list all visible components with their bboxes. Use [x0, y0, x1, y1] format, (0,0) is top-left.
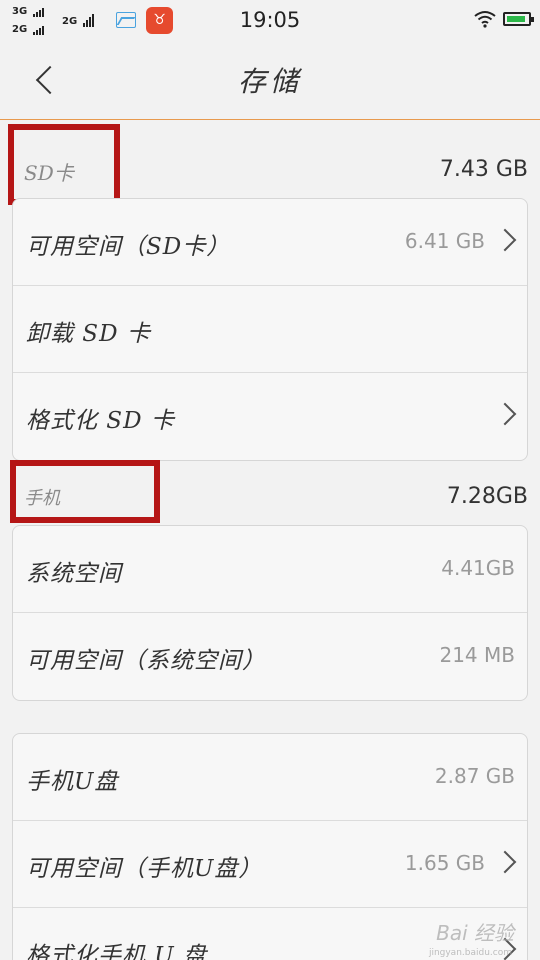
- list-item-label: 可用空间（SD卡）: [26, 234, 231, 260]
- list-item-label: 可用空间（手机U盘）: [26, 856, 263, 882]
- phone-section-total: 7.28GB: [446, 484, 528, 509]
- list-item-value: 2.87 GB: [434, 764, 515, 788]
- list-item-value: 1.65 GB: [404, 851, 485, 875]
- chevron-right-icon: [493, 402, 517, 426]
- list-item-phone-udisk[interactable]: 手机U盘 2.87 GB: [13, 734, 527, 821]
- page-title: 存储: [237, 65, 302, 98]
- battery-icon: [503, 12, 534, 26]
- sd-card-list: 可用空间（SD卡） 6.41 GB 卸载 SD 卡 格式化 SD 卡: [12, 198, 528, 461]
- highlight-box: [10, 460, 160, 523]
- list-item-sd-available[interactable]: 可用空间（SD卡） 6.41 GB: [13, 199, 527, 286]
- watermark: Bai 经验: [436, 921, 514, 945]
- list-item-format-sd[interactable]: 格式化 SD 卡: [13, 373, 527, 460]
- sd-section-total: 7.43 GB: [439, 157, 528, 182]
- list-item-value: 4.41GB: [441, 556, 515, 580]
- list-item-system-available[interactable]: 可用空间（系统空间） 214 MB: [13, 613, 527, 700]
- list-item-system-space[interactable]: 系统空间 4.41GB: [13, 526, 527, 613]
- highlight-box: [8, 124, 120, 205]
- list-item-value: 214 MB: [439, 643, 515, 667]
- title-bar: 存储: [0, 40, 540, 120]
- list-item-unmount-sd[interactable]: 卸载 SD 卡: [13, 286, 527, 373]
- list-item-value: 6.41 GB: [404, 229, 485, 253]
- list-item-label: 格式化 SD 卡: [26, 408, 175, 434]
- status-bar: 3G 2G 2G ♉ 19:05: [0, 0, 540, 40]
- list-item-label: 格式化手机 U 盘: [26, 943, 208, 960]
- phone-storage-list: 系统空间 4.41GB 可用空间（系统空间） 214 MB: [12, 525, 528, 701]
- list-item-label: 可用空间（系统空间）: [26, 648, 266, 674]
- list-item-label: 卸载 SD 卡: [26, 321, 151, 347]
- list-item-label: 系统空间: [26, 561, 122, 587]
- chevron-right-icon: [493, 850, 517, 874]
- watermark-url: jingyan.baidu.com: [428, 948, 512, 958]
- list-item-label: 手机U盘: [26, 769, 119, 795]
- list-item-udisk-available[interactable]: 可用空间（手机U盘） 1.65 GB: [13, 821, 527, 908]
- chevron-right-icon: [493, 228, 517, 252]
- status-time: 19:05: [239, 8, 301, 32]
- wifi-icon: [474, 11, 496, 28]
